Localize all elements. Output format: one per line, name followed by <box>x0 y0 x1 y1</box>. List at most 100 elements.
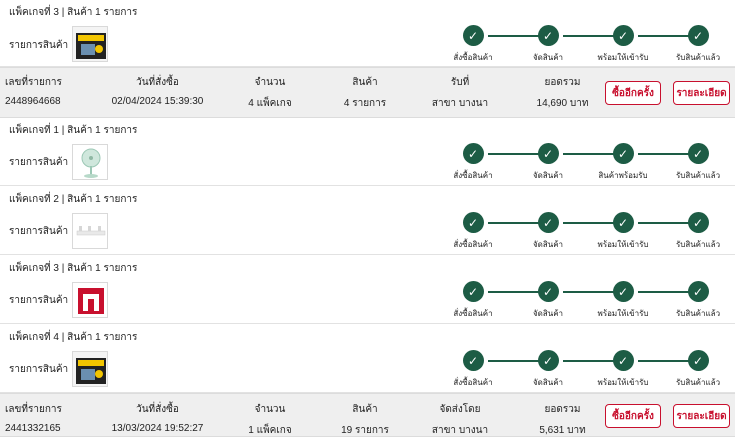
column-value: 2448964668 <box>5 96 61 107</box>
step-label: รับสินค้าแล้ว <box>675 171 721 180</box>
column-value: 5,631 บาท <box>539 425 586 436</box>
step-received: ✓ รับสินค้าแล้ว <box>661 350 735 389</box>
product-thumbnail[interactable] <box>72 213 108 249</box>
order-details-button[interactable]: รายละเอียด <box>673 404 730 428</box>
step-ordered: ✓ สั่งซื้อสินค้า <box>436 281 510 320</box>
column-value: 2441332165 <box>5 423 61 434</box>
step-label: รับสินค้าแล้ว <box>675 378 721 387</box>
check-icon: ✓ <box>537 281 559 302</box>
step-ready: ✓ พร้อมให้เข้ารับ <box>586 25 660 64</box>
package-title: แพ็คเกจที่ 1 | สินค้า 1 รายการ <box>9 125 138 136</box>
order-progress-tracker: ✓ สั่งซื้อสินค้า ✓ จัดสินค้า ✓ พร้อมให้เข้า… <box>440 350 730 394</box>
column-header: จำนวน <box>254 77 286 88</box>
check-icon: ✓ <box>462 281 484 302</box>
package-card: แพ็คเกจที่ 3 | สินค้า 1 รายการ รายการสิน… <box>0 256 735 324</box>
step-ready: ✓ พร้อมให้เข้ารับ <box>586 350 660 389</box>
step-received: ✓ รับสินค้าแล้ว <box>661 143 735 182</box>
item-list-label: รายการสินค้า <box>9 364 69 375</box>
package-card: แพ็คเกจที่ 4 | สินค้า 1 รายการ รายการสิน… <box>0 325 735 393</box>
column-value: 4 แพ็คเกจ <box>248 98 292 109</box>
step-packing: ✓ จัดสินค้า <box>511 281 585 320</box>
check-icon: ✓ <box>462 212 484 233</box>
product-box-image <box>73 352 107 386</box>
buy-again-button[interactable]: ซื้ออีกครั้ง <box>605 81 661 105</box>
item-list-label: รายการสินค้า <box>9 40 69 51</box>
check-icon: ✓ <box>612 25 634 46</box>
check-icon: ✓ <box>537 212 559 233</box>
step-ordered: ✓ สั่งซื้อสินค้า <box>436 212 510 251</box>
item-list-label: รายการสินค้า <box>9 295 69 306</box>
step-label: สั่งซื้อสินค้า <box>453 240 493 249</box>
package-card: แพ็คเกจที่ 2 | สินค้า 1 รายการ รายการสิน… <box>0 187 735 255</box>
step-label: รับสินค้าแล้ว <box>675 53 721 62</box>
step-packing: ✓ จัดสินค้า <box>511 350 585 389</box>
order-progress-tracker: ✓ สั่งซื้อสินค้า ✓ จัดสินค้า ✓ พร้อมให้เข้า… <box>440 212 730 256</box>
step-label: จัดสินค้า <box>532 378 564 387</box>
check-icon: ✓ <box>612 350 634 371</box>
step-label: รับสินค้าแล้ว <box>675 240 721 249</box>
column-value: 19 รายการ <box>341 425 389 436</box>
step-received: ✓ รับสินค้าแล้ว <box>661 212 735 251</box>
package-count: จำนวน 4 แพ็คเกจ <box>235 75 305 111</box>
check-icon: ✓ <box>462 350 484 371</box>
step-label: จัดสินค้า <box>532 240 564 249</box>
column-header: ยอดรวม <box>544 77 581 88</box>
column-header: วันที่สั่งซื้อ <box>136 77 179 88</box>
check-icon: ✓ <box>612 212 634 233</box>
order-summary: เลขที่รายการ 2448964668 วันที่สั่งซื้อ 02/… <box>0 67 735 118</box>
check-icon: ✓ <box>612 143 634 164</box>
item-count: สินค้า 19 รายการ <box>330 402 400 437</box>
step-label: จัดสินค้า <box>532 309 564 318</box>
step-label: สั่งซื้อสินค้า <box>453 171 493 180</box>
step-packing: ✓ จัดสินค้า <box>511 25 585 64</box>
delivery-method: จัดส่งโดย สาขา บางนา <box>420 402 500 437</box>
column-value: 1 แพ็คเกจ <box>248 425 292 436</box>
step-ready: ✓ สินค้าพร้อมรับ <box>586 143 660 182</box>
column-header: สินค้า <box>352 404 378 415</box>
item-count: สินค้า 4 รายการ <box>330 75 400 111</box>
item-list-label: รายการสินค้า <box>9 226 69 237</box>
rail-image <box>73 214 107 248</box>
check-icon: ✓ <box>462 25 484 46</box>
order-progress-tracker: ✓ สั่งซื้อสินค้า ✓ จัดสินค้า ✓ พร้อมให้เข้า… <box>440 25 730 69</box>
product-thumbnail[interactable] <box>72 282 108 318</box>
order-details-button[interactable]: รายละเอียด <box>673 81 730 105</box>
order-total: ยอดรวม 14,690 บาท <box>525 75 600 111</box>
column-header: จำนวน <box>254 404 286 415</box>
check-icon: ✓ <box>537 25 559 46</box>
column-header: เลขที่รายการ <box>5 404 62 415</box>
product-thumbnail[interactable] <box>72 351 108 387</box>
column-header: รับที่ <box>450 77 470 88</box>
step-ready: ✓ พร้อมให้เข้ารับ <box>586 281 660 320</box>
step-ordered: ✓ สั่งซื้อสินค้า <box>436 25 510 64</box>
item-list-label: รายการสินค้า <box>9 157 69 168</box>
step-received: ✓ รับสินค้าแล้ว <box>661 281 735 320</box>
check-icon: ✓ <box>687 350 709 371</box>
step-label: จัดสินค้า <box>532 53 564 62</box>
step-label: สั่งซื้อสินค้า <box>453 309 493 318</box>
order-date: วันที่สั่งซื้อ 13/03/2024 19:52:27 <box>105 402 210 434</box>
order-total: ยอดรวม 5,631 บาท <box>525 402 600 437</box>
column-value: 14,690 บาท <box>536 98 589 109</box>
column-value: สาขา บางนา <box>431 98 489 109</box>
product-thumbnail[interactable] <box>72 144 108 180</box>
step-label: พร้อมให้เข้ารับ <box>597 378 649 387</box>
column-header: วันที่สั่งซื้อ <box>136 404 179 415</box>
package-card: แพ็คเกจที่ 3 | สินค้า 1 รายการ รายการสิน… <box>0 0 735 67</box>
buy-again-button[interactable]: ซื้ออีกครั้ง <box>605 404 661 428</box>
step-packing: ✓ จัดสินค้า <box>511 212 585 251</box>
check-icon: ✓ <box>687 212 709 233</box>
fan-image <box>73 145 107 179</box>
product-thumbnail[interactable] <box>72 26 108 62</box>
column-header: เลขที่รายการ <box>5 77 62 88</box>
check-icon: ✓ <box>687 281 709 302</box>
step-ready: ✓ พร้อมให้เข้ารับ <box>586 212 660 251</box>
column-value: 13/03/2024 19:52:27 <box>111 423 204 434</box>
step-ordered: ✓ สั่งซื้อสินค้า <box>436 143 510 182</box>
step-packing: ✓ จัดสินค้า <box>511 143 585 182</box>
column-header: จัดส่งโดย <box>439 404 481 415</box>
package-title: แพ็คเกจที่ 3 | สินค้า 1 รายการ <box>9 7 138 18</box>
order-progress-tracker: ✓ สั่งซื้อสินค้า ✓ จัดสินค้า ✓ สินค้าพร้อมร… <box>440 143 730 187</box>
step-label: พร้อมให้เข้ารับ <box>597 309 649 318</box>
column-header: สินค้า <box>352 77 378 88</box>
